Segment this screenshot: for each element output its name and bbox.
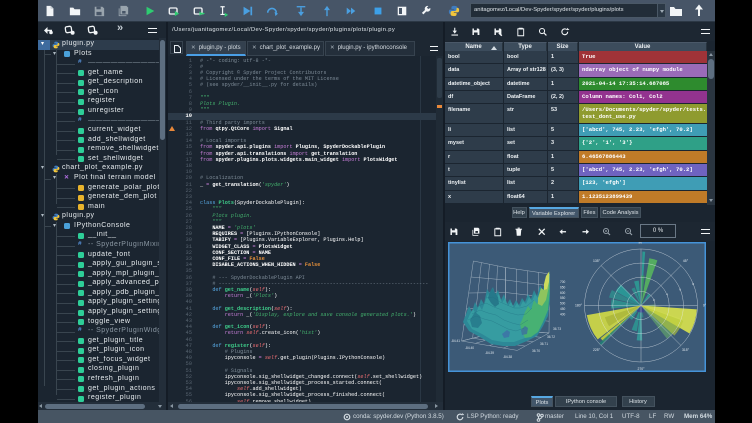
svg-text:400: 400 [560, 312, 566, 316]
svg-text:650: 650 [560, 285, 566, 289]
svg-text:-84.41: -84.41 [451, 339, 460, 343]
svg-text:36.71: 36.71 [540, 342, 548, 346]
svg-text:-84.39: -84.39 [485, 351, 494, 355]
svg-text:-84.40: -84.40 [465, 346, 474, 350]
svg-text:225°: 225° [593, 348, 601, 352]
svg-text:36.72: 36.72 [547, 335, 555, 339]
svg-text:180°: 180° [575, 304, 583, 308]
svg-text:90°: 90° [638, 242, 644, 245]
svg-text:0°: 0° [703, 304, 706, 308]
svg-text:500: 500 [560, 302, 566, 306]
svg-text:700: 700 [560, 280, 566, 284]
svg-text:45°: 45° [683, 259, 689, 263]
svg-text:550: 550 [560, 296, 566, 300]
svg-text:135°: 135° [593, 259, 601, 263]
svg-text:36.70: 36.70 [532, 349, 540, 353]
svg-text:36.73: 36.73 [553, 327, 561, 331]
svg-text:600: 600 [560, 291, 566, 295]
svg-text:450: 450 [560, 307, 566, 311]
svg-text:315°: 315° [682, 348, 690, 352]
svg-text:270°: 270° [637, 367, 645, 371]
svg-text:-84.38: -84.38 [503, 355, 512, 359]
